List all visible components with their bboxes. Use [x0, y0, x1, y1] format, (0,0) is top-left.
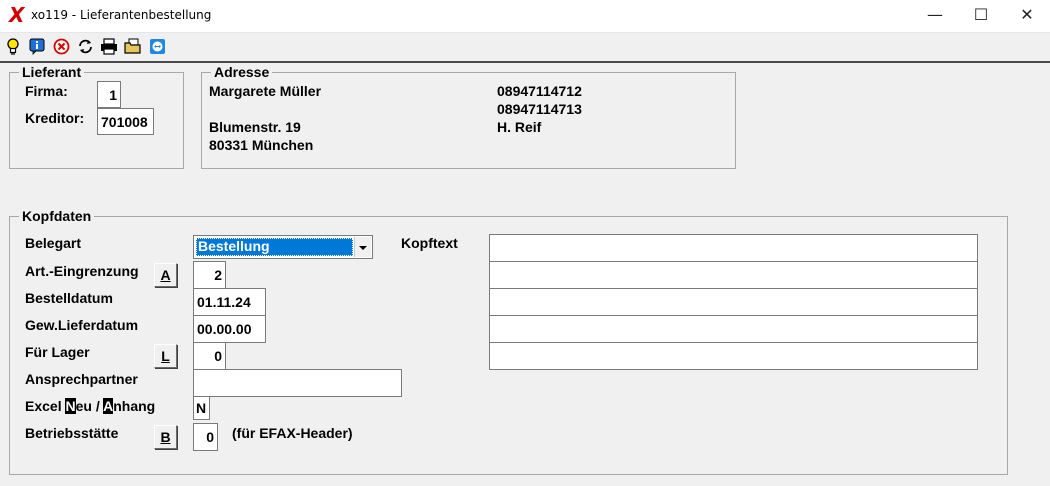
connect-icon[interactable]	[148, 37, 166, 55]
title-bar: X xo119 - Lieferantenbestellung — ☐ ✕	[0, 0, 1050, 33]
lightbulb-icon[interactable]	[4, 37, 22, 55]
info-icon[interactable]	[28, 37, 46, 55]
kopfdaten-legend: Kopfdaten	[19, 208, 95, 224]
firma-field[interactable]: 1	[97, 81, 121, 108]
bestelldatum-label: Bestelldatum	[25, 290, 113, 306]
address-name: Margarete Müller	[209, 83, 322, 99]
address-city: 80331 München	[209, 137, 314, 153]
kopfdaten-group: Kopfdaten Belegart Bestellung Kopftext A…	[9, 208, 1008, 475]
bestelldatum-field[interactable]: 01.11.24	[193, 288, 266, 316]
lieferdatum-field[interactable]: 00.00.00	[193, 315, 266, 343]
kopftext-line-1[interactable]	[489, 234, 978, 262]
close-button[interactable]: ✕	[1004, 0, 1050, 32]
excel-field[interactable]: N	[193, 396, 210, 420]
lieferant-group: Lieferant Firma: 1 Kreditor: 701008	[9, 64, 184, 169]
address-contact: H. Reif	[497, 119, 542, 135]
print-icon[interactable]	[100, 37, 118, 55]
adresse-group: Adresse Margarete Müller Blumenstr. 19 8…	[201, 64, 736, 169]
address-street: Blumenstr. 19	[209, 119, 301, 135]
art-eingrenzung-label: Art.-Eingrenzung	[25, 263, 139, 279]
ansprechpartner-label: Ansprechpartner	[25, 371, 138, 387]
window-title: xo119 - Lieferantenbestellung	[31, 8, 212, 22]
address-phone1: 08947114712	[497, 83, 582, 99]
lieferant-legend: Lieferant	[19, 64, 85, 80]
address-phone2: 08947114713	[497, 101, 582, 117]
betriebsstaette-button[interactable]: B	[154, 425, 177, 449]
betriebsstaette-field[interactable]: 0	[193, 423, 218, 451]
toolbar	[0, 33, 1050, 63]
kopftext-line-4[interactable]	[489, 315, 978, 343]
ansprechpartner-field[interactable]	[193, 369, 402, 397]
lager-label: Für Lager	[25, 344, 90, 360]
betriebsstaette-note: (für EFAX-Header)	[232, 425, 353, 441]
belegart-select[interactable]: Bestellung	[193, 235, 373, 259]
kopftext-line-2[interactable]	[489, 261, 978, 289]
lager-field[interactable]: 0	[193, 342, 226, 370]
maximize-button[interactable]: ☐	[958, 0, 1004, 32]
cancel-icon[interactable]	[52, 37, 70, 55]
excel-hotkey-a: A	[103, 398, 114, 414]
lager-button[interactable]: L	[154, 344, 177, 368]
kopftext-line-3[interactable]	[489, 288, 978, 316]
minimize-button[interactable]: —	[912, 0, 958, 32]
betriebsstaette-label: Betriebsstätte	[25, 425, 119, 441]
chevron-down-icon[interactable]	[354, 237, 371, 257]
folder-icon[interactable]	[124, 37, 142, 55]
excel-label: Excel Neu / Anhang	[25, 398, 156, 414]
adresse-legend: Adresse	[211, 64, 273, 80]
lieferdatum-label: Gew.Lieferdatum	[25, 317, 139, 333]
belegart-label: Belegart	[25, 235, 82, 251]
firma-label: Firma:	[25, 83, 68, 99]
excel-hotkey-n: N	[65, 398, 76, 414]
belegart-selection: Bestellung	[196, 238, 353, 256]
art-eingrenzung-button[interactable]: A	[154, 263, 177, 287]
kopftext-line-5[interactable]	[489, 342, 978, 370]
kopftext-label: Kopftext	[401, 235, 458, 251]
art-eingrenzung-field[interactable]: 2	[193, 261, 226, 289]
kreditor-field[interactable]: 701008	[97, 108, 154, 135]
app-icon: X	[9, 3, 25, 27]
belegart-value: Bestellung	[198, 238, 270, 254]
refresh-icon[interactable]	[76, 37, 94, 55]
kreditor-label: Kreditor:	[25, 110, 85, 126]
